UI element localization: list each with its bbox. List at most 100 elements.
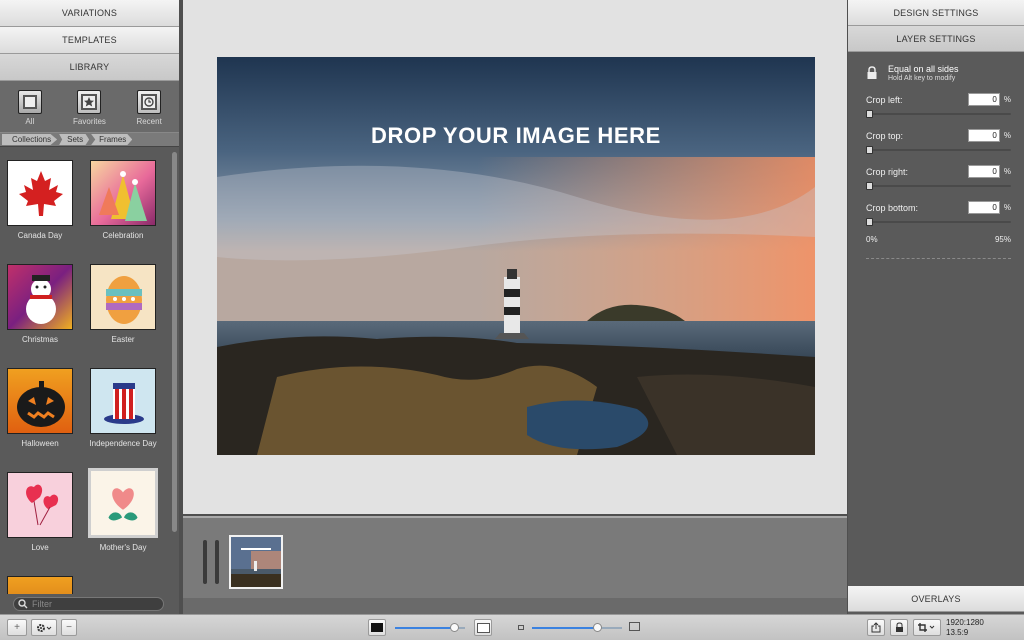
divider <box>866 258 1011 259</box>
layer-settings-panel: Equal on all sides Hold Alt key to modif… <box>848 54 1024 259</box>
crop-left-slider[interactable] <box>866 110 1011 118</box>
crop-right-input[interactable] <box>967 165 1000 178</box>
uncle-sam-hat-icon <box>90 368 156 434</box>
filter-input[interactable] <box>32 599 152 609</box>
zoom-slider[interactable] <box>395 623 465 632</box>
crop-right-row: Crop right: % <box>866 165 1011 190</box>
library-item-easter[interactable]: Easter <box>83 264 163 344</box>
party-hats-icon <box>90 160 156 226</box>
zoom-slider-knob[interactable] <box>449 623 459 632</box>
slider-knob[interactable] <box>866 110 873 118</box>
lock-icon <box>867 66 877 79</box>
equal-sides-toggle[interactable]: Equal on all sides Hold Alt key to modif… <box>866 64 1011 82</box>
crop-bottom-slider[interactable] <box>866 218 1011 226</box>
canvas-area: DROP YOUR IMAGE HERE <box>183 0 847 514</box>
slider-knob[interactable] <box>866 218 873 226</box>
crop-mode-button[interactable] <box>913 619 941 636</box>
filter-favorites-button[interactable]: Favorites <box>67 89 111 126</box>
library-item-christmas[interactable]: Christmas <box>0 264 80 344</box>
crop-top-row: Crop top: % <box>866 129 1011 154</box>
library-item-label: Mother's Day <box>99 543 147 552</box>
lock-button[interactable] <box>890 619 908 636</box>
drop-image-label: DROP YOUR IMAGE HERE <box>371 123 661 148</box>
dimensions-readout: 1920:1280 13.5:9 <box>946 618 984 638</box>
minus-icon: − <box>66 622 72 633</box>
library-button[interactable]: LIBRARY <box>0 54 179 81</box>
crop-top-input[interactable] <box>967 129 1000 142</box>
image-ratio: 13.5:9 <box>946 628 969 637</box>
left-panel: VARIATIONS TEMPLATES LIBRARY All Favorit… <box>0 0 179 614</box>
strip-footer <box>183 598 847 614</box>
library-item-mothers-day[interactable]: Mother's Day <box>83 468 163 552</box>
templates-button[interactable]: TEMPLATES <box>0 27 179 54</box>
crop-bottom-unit: % <box>1003 203 1011 212</box>
pumpkin-icon <box>7 368 73 434</box>
share-icon <box>871 622 881 633</box>
library-scrollbar[interactable] <box>172 152 177 532</box>
thumbnail-slider-knob[interactable] <box>592 623 602 632</box>
library-item-celebration[interactable]: Celebration <box>83 160 163 240</box>
heart-leaves-icon <box>88 468 158 538</box>
slider-knob[interactable] <box>866 146 873 154</box>
design-settings-button[interactable]: DESIGN SETTINGS <box>848 0 1024 26</box>
filter-all-button[interactable]: All <box>8 89 52 126</box>
filter-all-label: All <box>25 116 35 126</box>
strip-handle-left[interactable] <box>203 540 207 584</box>
range-min-label: 0% <box>866 235 878 244</box>
square-icon <box>17 89 42 114</box>
library-grid: Canada Day Celebration Christmas Easter <box>0 148 170 594</box>
thumbnail-size-slider[interactable] <box>532 623 622 632</box>
strip-handle-right[interactable] <box>215 540 219 584</box>
library-item-halloween[interactable]: Halloween <box>0 368 80 448</box>
crop-bottom-input[interactable] <box>967 201 1000 214</box>
filter-recent-button[interactable]: Recent <box>127 89 171 126</box>
thumb-small-icon <box>518 625 524 630</box>
settings-menu-button[interactable] <box>31 619 57 636</box>
strip-thumbnail[interactable] <box>229 535 283 589</box>
share-button[interactable] <box>867 619 885 636</box>
crop-right-unit: % <box>1003 167 1011 176</box>
snowman-icon <box>7 264 73 330</box>
library-item-partial[interactable] <box>0 576 80 594</box>
crop-left-input[interactable] <box>967 93 1000 106</box>
image-drop-zone[interactable]: DROP YOUR IMAGE HERE <box>217 57 815 455</box>
library-item-label: Halloween <box>21 439 59 448</box>
crop-range-labels: 0% 95% <box>866 235 1011 244</box>
zoom-out-button[interactable] <box>368 619 386 636</box>
library-item-label: Canada Day <box>17 231 63 240</box>
large-square-icon <box>476 622 490 633</box>
crop-right-slider[interactable] <box>866 182 1011 190</box>
filter-field[interactable] <box>13 597 164 611</box>
crop-bottom-label: Crop bottom: <box>866 202 919 213</box>
slider-knob[interactable] <box>866 182 873 190</box>
remove-button[interactable]: − <box>61 619 77 636</box>
add-button[interactable]: + <box>7 619 27 636</box>
variations-button[interactable]: VARIATIONS <box>0 0 179 27</box>
filter-favorites-label: Favorites <box>73 116 106 126</box>
crop-right-label: Crop right: <box>866 166 909 177</box>
overlays-button[interactable]: OVERLAYS <box>848 586 1024 612</box>
turkey-icon <box>7 576 73 594</box>
easter-egg-icon <box>90 264 156 330</box>
heart-balloons-icon <box>7 472 73 538</box>
crop-icon <box>918 623 935 632</box>
thumbnail-image <box>231 537 281 587</box>
library-item-canada-day[interactable]: Canada Day <box>0 160 80 240</box>
star-icon <box>77 89 102 114</box>
breadcrumb-collections[interactable]: Collections <box>2 134 58 145</box>
breadcrumb-sets[interactable]: Sets <box>59 134 90 145</box>
library-item-label: Independence Day <box>89 439 157 448</box>
small-square-icon <box>371 623 383 632</box>
library-item-love[interactable]: Love <box>0 472 80 552</box>
search-icon <box>18 599 28 609</box>
library-item-independence-day[interactable]: Independence Day <box>83 368 163 448</box>
library-item-label: Easter <box>111 335 135 344</box>
crop-top-slider[interactable] <box>866 146 1011 154</box>
breadcrumb-frames[interactable]: Frames <box>91 134 133 145</box>
library-item-label: Christmas <box>21 335 58 344</box>
crop-left-unit: % <box>1003 95 1011 104</box>
maple-leaf-icon <box>7 160 73 226</box>
image-strip <box>183 516 847 598</box>
layer-settings-button[interactable]: LAYER SETTINGS <box>848 26 1024 52</box>
zoom-in-button[interactable] <box>474 619 492 636</box>
